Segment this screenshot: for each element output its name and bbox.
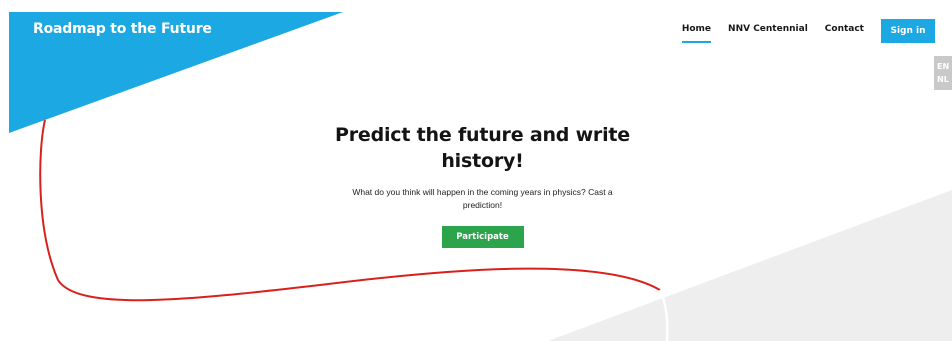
hero-subtitle: What do you think will happen in the com…: [352, 187, 613, 210]
language-switcher: EN NL: [934, 56, 952, 90]
nav-item-nnv-centennial[interactable]: NNV Centennial: [728, 20, 808, 43]
hero-title: Predict the future and write history!: [329, 122, 636, 174]
site-logo-title[interactable]: Roadmap to the Future: [33, 21, 212, 37]
language-option-nl[interactable]: NL: [937, 73, 952, 86]
participate-button[interactable]: Participate: [441, 226, 524, 248]
main-navigation: Home NNV Centennial Contact Sign in: [681, 18, 935, 43]
hero-title-line-2: history!: [441, 150, 524, 172]
nav-item-home[interactable]: Home: [681, 20, 712, 43]
hero-section: Predict the future and write history! Wh…: [329, 122, 636, 248]
sign-in-button[interactable]: Sign in: [881, 18, 935, 43]
hero-title-line-1: Predict the future and write: [334, 124, 630, 146]
nav-item-contact[interactable]: Contact: [825, 20, 864, 43]
language-option-en[interactable]: EN: [937, 60, 952, 73]
